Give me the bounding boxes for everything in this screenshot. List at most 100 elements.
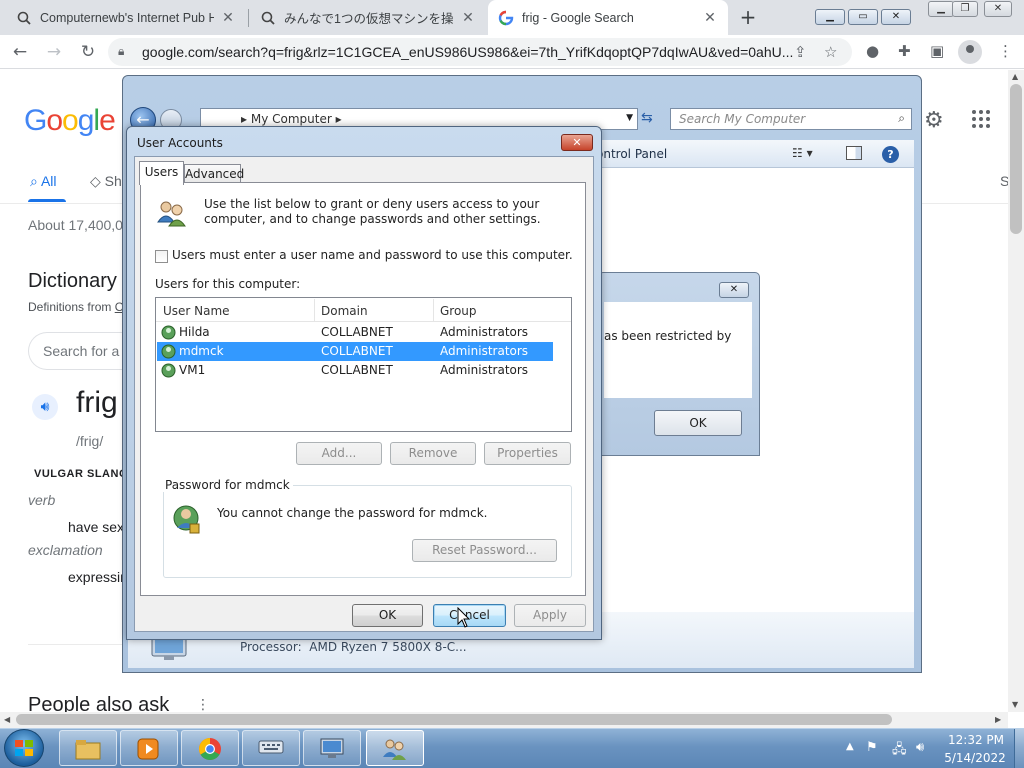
mc-search-box[interactable]: Search My Computer ⌕ [670, 108, 912, 130]
mc-minimize-button[interactable]: ▁ [815, 9, 845, 25]
clock-date[interactable]: 5/14/2022 [944, 751, 1006, 765]
side-panel-icon[interactable]: ▣ [930, 42, 944, 60]
more-options-icon[interactable]: ⋮ [196, 697, 210, 713]
settings-gear-icon[interactable]: ⚙ [924, 108, 944, 133]
scroll-up-arrow-icon[interactable]: ▲ [1012, 72, 1018, 81]
properties-button[interactable]: Properties [484, 442, 571, 465]
extensions-puzzle-icon[interactable]: ✚ [898, 42, 911, 60]
tab-shopping[interactable]: ◇ Sh [90, 173, 122, 190]
restriction-close-button[interactable]: ✕ [719, 282, 749, 298]
part-of-speech-exclamation: exclamation [28, 542, 103, 558]
bookmark-star-icon[interactable]: ☆ [824, 43, 837, 61]
restore-button[interactable]: ❐ [952, 1, 978, 17]
user-password-icon [172, 504, 202, 536]
vertical-scroll-thumb[interactable] [1010, 84, 1022, 234]
logo-letter: e [99, 104, 116, 137]
share-icon[interactable]: ⇪ [794, 43, 807, 61]
remove-user-button[interactable]: Remove [390, 442, 476, 465]
dialog-description: Use the list below to grant or deny user… [204, 197, 541, 226]
user-group: Administrators [440, 344, 529, 358]
result-stats: About 17,400,0 [28, 217, 123, 233]
reload-icon[interactable]: ↻ [76, 41, 100, 63]
mc-search-icon[interactable]: ⌕ [898, 111, 905, 126]
browser-tab-1[interactable]: Computernewb's Internet Pub H ✕ [6, 0, 246, 35]
profile-avatar-icon[interactable] [958, 40, 982, 64]
mc-address-dropdown-icon[interactable]: ▼ [626, 113, 633, 123]
column-divider [314, 299, 315, 321]
mc-processor-info: Processor: AMD Ryzen 7 5800X 8-C... [240, 640, 467, 654]
dialog-close-button[interactable]: ✕ [561, 134, 593, 151]
tab-all[interactable]: ⌕ All [30, 173, 57, 190]
column-header-user-name[interactable]: User Name [163, 304, 230, 318]
column-header-group[interactable]: Group [440, 304, 477, 318]
search-icon: ⌕ [30, 173, 38, 189]
address-bar[interactable]: 🔒︎ google.com/search?q=frig&rlz=1C1GCEA_… [108, 38, 852, 66]
require-password-label[interactable]: Users must enter a user name and passwor… [172, 248, 573, 262]
apply-button[interactable]: Apply [514, 604, 586, 627]
more-menu-icon[interactable]: ⋮ [998, 42, 1013, 60]
network-icon[interactable]: 🖧︎ [892, 740, 907, 762]
google-apps-icon[interactable] [972, 110, 990, 128]
volume-icon[interactable]: 🔊︎ [916, 740, 924, 755]
user-name: VM1 [179, 363, 206, 377]
scroll-left-arrow-icon[interactable]: ◀ [4, 715, 10, 724]
horizontal-scroll-thumb[interactable] [16, 714, 892, 725]
mc-close-button[interactable]: ✕ [881, 9, 911, 25]
definition-verb: have sex [68, 519, 125, 535]
require-password-checkbox[interactable] [155, 250, 168, 263]
browser-tab-2[interactable]: みんなで1つの仮想マシンを操作しま ✕ [250, 0, 486, 35]
browser-tab-3[interactable]: frig - Google Search ✕ [488, 0, 728, 35]
mc-control-panel-button[interactable]: ontrol Panel [596, 147, 667, 161]
active-tab-indicator [28, 199, 66, 202]
tab-users[interactable]: Users [139, 161, 184, 185]
close-tab-icon[interactable]: ✕ [220, 9, 236, 26]
back-arrow-icon[interactable]: ← [8, 41, 32, 63]
speaker-icon[interactable]: 🔊︎ [32, 394, 58, 420]
user-name: mdmck [179, 344, 224, 358]
dictionary-heading: Dictionary [28, 270, 117, 292]
mc-address-text: ▸ My Computer ▸ [241, 112, 342, 126]
clock-time[interactable]: 12:32 PM [948, 733, 1004, 747]
mc-change-view-icon[interactable]: ☷ ▾ [792, 146, 813, 160]
dictionary-search-input[interactable]: Search for a [28, 332, 128, 370]
google-logo[interactable]: Google [24, 104, 116, 138]
column-header-domain[interactable]: Domain [321, 304, 368, 318]
user-row[interactable]: mdmck COLLABNET Administrators [157, 342, 553, 361]
users-icon [383, 739, 406, 760]
new-tab-button[interactable]: + [735, 5, 761, 31]
action-center-flag-icon[interactable]: ⚑ [866, 740, 878, 755]
mc-help-icon[interactable]: ? [882, 146, 899, 163]
minimize-button[interactable]: ▁ [928, 1, 954, 17]
mc-maximize-button[interactable]: ▭ [848, 9, 878, 25]
mc-refresh-icon[interactable]: ⇆ [641, 110, 653, 126]
scroll-down-arrow-icon[interactable]: ▼ [1012, 700, 1018, 709]
restriction-dialog-body [604, 302, 752, 398]
user-row[interactable]: VM1 COLLABNET Administrators [157, 361, 553, 380]
dictionary-word: frig [76, 386, 118, 419]
show-hidden-icons-icon[interactable]: ▲ [846, 741, 854, 752]
url-text[interactable]: google.com/search?q=frig&rlz=1C1GCEA_enU… [142, 44, 793, 60]
reset-password-button[interactable]: Reset Password... [412, 539, 557, 562]
user-row[interactable]: Hilda COLLABNET Administrators [157, 323, 553, 342]
close-window-button[interactable]: ✕ [984, 1, 1012, 17]
close-tab-icon[interactable]: ✕ [702, 9, 718, 26]
user-domain: COLLABNET [321, 325, 393, 339]
ok-button[interactable]: OK [352, 604, 423, 627]
dialog-title: User Accounts [137, 136, 223, 150]
add-user-button[interactable]: Add... [296, 442, 382, 465]
forward-arrow-icon[interactable]: → [42, 41, 66, 63]
user-domain: COLLABNET [321, 344, 393, 358]
lock-icon: 🔒︎ [118, 44, 125, 58]
windows-logo-icon [15, 740, 33, 756]
scroll-right-arrow-icon[interactable]: ▶ [995, 715, 1001, 724]
close-tab-icon[interactable]: ✕ [460, 9, 476, 26]
mc-address-label: My Computer [250, 112, 332, 126]
tab-title: Computernewb's Internet Pub H [40, 10, 214, 25]
users-list-label: Users for this computer: [155, 277, 301, 291]
users-icon [156, 198, 188, 230]
tab-shopping-label: Sh [104, 173, 122, 189]
mc-preview-pane-icon[interactable] [846, 146, 862, 160]
restriction-ok-button[interactable]: OK [654, 410, 742, 436]
show-desktop-button[interactable] [1014, 729, 1024, 768]
extension-bulb-icon[interactable]: ● [866, 42, 879, 60]
